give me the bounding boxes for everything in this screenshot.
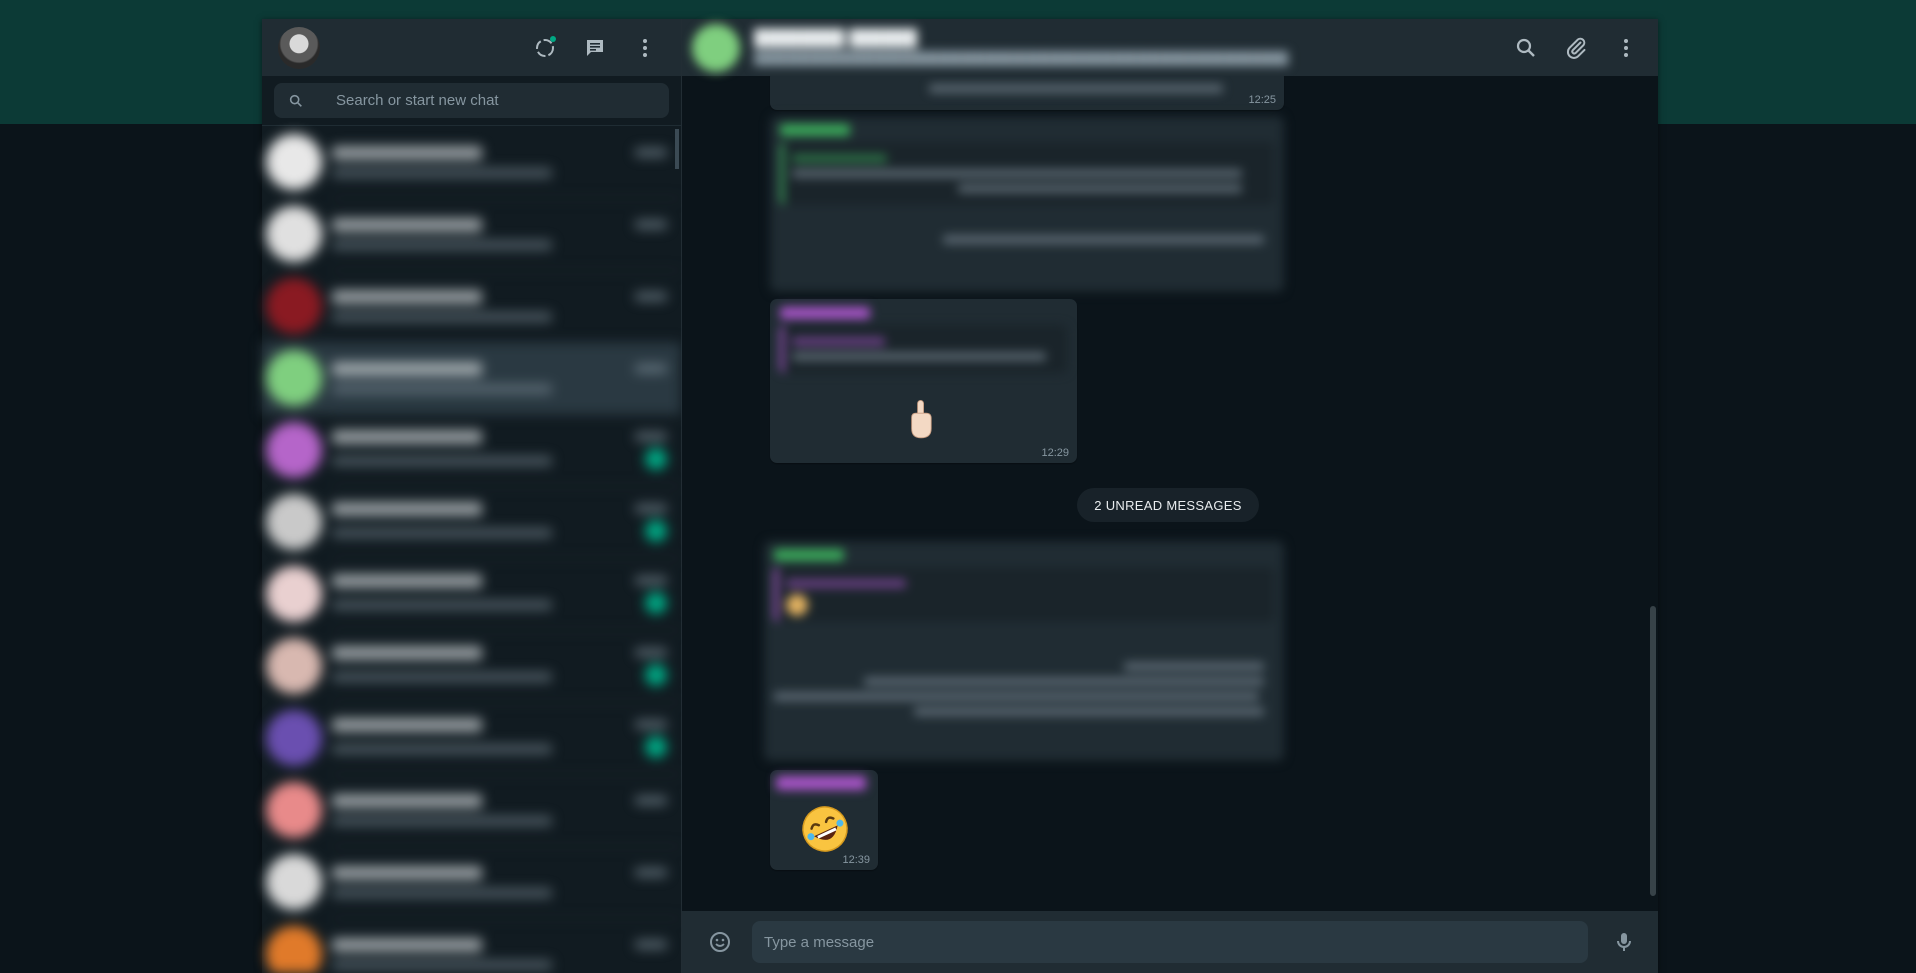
chat-list-item[interactable] [262, 342, 681, 415]
message-bubble[interactable]: 12:29 [770, 299, 1077, 463]
profile-avatar[interactable] [278, 26, 320, 69]
search-messages-button[interactable] [1506, 28, 1546, 68]
conversation-scrollbar[interactable] [1650, 606, 1656, 896]
status-button[interactable] [525, 28, 565, 68]
chat-avatar [266, 134, 322, 190]
chat-avatar [266, 278, 322, 334]
message-area: 12:25 12:29 2 UNREAD MESSAGES 12:39 [682, 76, 1658, 911]
chat-list-item[interactable] [262, 558, 681, 631]
chat-list-item[interactable] [262, 774, 681, 847]
chat-summary [332, 918, 681, 973]
attach-button[interactable] [1556, 28, 1596, 68]
chat-list-item[interactable] [262, 630, 681, 703]
message-time: 12:39 [842, 854, 870, 866]
message-text [770, 76, 1284, 107]
emoji-button[interactable] [700, 922, 740, 962]
sidebar-scrollbar[interactable] [675, 129, 679, 169]
chat-list-item[interactable] [262, 126, 681, 199]
message-bubble[interactable] [770, 116, 1284, 292]
menu-dots-icon [643, 38, 647, 57]
voice-message-button[interactable] [1604, 922, 1644, 962]
chat-summary [332, 198, 681, 271]
new-chat-icon [587, 39, 603, 56]
status-new-dot [550, 35, 556, 42]
conversation-panel: ████████ ██████ ████████████████████████… [682, 19, 1658, 973]
new-chat-button[interactable] [575, 28, 615, 68]
contact-name: ████████ ██████ [754, 29, 918, 47]
chat-summary [332, 630, 681, 703]
chat-list-item[interactable] [262, 486, 681, 559]
microphone-icon [1617, 933, 1631, 951]
chat-menu-button[interactable] [1606, 28, 1646, 68]
chat-avatar [266, 494, 322, 550]
conversation-header[interactable]: ████████ ██████ ████████████████████████… [682, 19, 1658, 76]
message-bubble[interactable]: 12:25 [770, 76, 1284, 110]
chat-summary [332, 486, 681, 559]
composer-bar [682, 911, 1658, 973]
chat-list-item[interactable] [262, 270, 681, 343]
chat-list-item[interactable] [262, 414, 681, 487]
search-bar [262, 76, 681, 126]
chat-summary [332, 126, 681, 199]
sender-name [776, 776, 866, 790]
search-input[interactable] [334, 91, 669, 110]
unread-divider: 2 UNREAD MESSAGES [1077, 488, 1259, 522]
menu-dots-icon [1624, 38, 1628, 57]
rofl-emoji [802, 806, 848, 852]
chat-summary [332, 846, 681, 919]
chat-list [262, 126, 681, 973]
chat-avatar [266, 422, 322, 478]
contact-avatar[interactable] [692, 23, 740, 72]
chat-list-item[interactable] [262, 198, 681, 271]
chat-summary [332, 270, 681, 343]
chat-avatar [266, 206, 322, 262]
message-composer [752, 921, 1588, 963]
chat-summary [332, 702, 681, 775]
whatsapp-window: ████████ ██████ ████████████████████████… [262, 19, 1658, 973]
sidebar-menu-button[interactable] [625, 28, 665, 68]
chat-avatar [266, 926, 322, 973]
sidebar-header [262, 19, 681, 76]
message-time: 12:29 [1041, 447, 1069, 459]
pointing-up-emoji [911, 400, 932, 439]
message-bubble[interactable] [764, 541, 1284, 761]
chat-avatar [266, 566, 322, 622]
chat-avatar [266, 350, 322, 406]
chat-avatar [266, 638, 322, 694]
paperclip-icon [1567, 37, 1586, 59]
reply-quote [770, 299, 1077, 387]
search-box [274, 83, 669, 118]
sidebar [262, 19, 682, 973]
message-input[interactable] [752, 932, 1588, 952]
message-bubble[interactable]: 12:39 [770, 770, 878, 870]
chat-avatar [266, 710, 322, 766]
chat-avatar [266, 854, 322, 910]
search-icon [289, 94, 302, 107]
contact-info[interactable]: ████████ ██████ ████████████████████████… [754, 30, 1496, 66]
chat-summary [332, 558, 681, 631]
contact-members: ████████████████████████████████████████… [754, 50, 1289, 66]
smiley-icon [710, 932, 730, 952]
chat-list-item[interactable] [262, 846, 681, 919]
chat-list-item[interactable] [262, 918, 681, 973]
message-time: 12:25 [1248, 94, 1276, 106]
chat-summary [332, 342, 681, 415]
chat-avatar [266, 782, 322, 838]
chat-summary [332, 774, 681, 847]
chat-summary [332, 414, 681, 487]
search-icon [1516, 38, 1535, 57]
chat-list-item[interactable] [262, 702, 681, 775]
